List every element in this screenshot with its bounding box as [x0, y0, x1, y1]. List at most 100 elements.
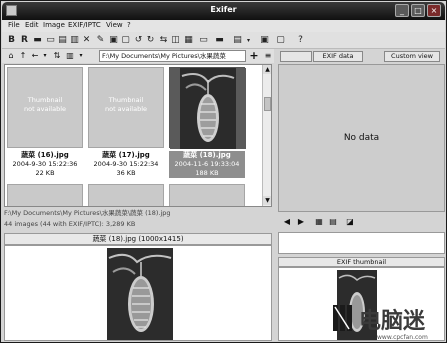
document-icon[interactable]: ▤: [328, 217, 338, 227]
window-title: Exifer: [210, 5, 237, 14]
thumbnail-item[interactable]: Thumbnail not available 蔬菜 (16).jpg 2004…: [7, 67, 83, 182]
back-folder-icon[interactable]: ←: [30, 51, 40, 61]
maximize-button[interactable]: □: [411, 4, 425, 17]
exif-tabs-bar: EXIF data Custom view: [276, 49, 446, 63]
menu-edit[interactable]: Edit: [25, 21, 39, 29]
screen-icon[interactable]: ▭: [198, 35, 209, 46]
view-dropdown-icon[interactable]: ▾: [243, 35, 254, 46]
thumbnail-item[interactable]: [169, 184, 245, 206]
up-folder-icon[interactable]: ↑: [18, 51, 28, 61]
edit-icon[interactable]: ✎: [95, 35, 106, 46]
thumbnail-item-selected[interactable]: 蔬菜 (18).jpg 2004-11-6 19:33:04 188 KB: [169, 67, 246, 182]
tab-exif-data[interactable]: EXIF data: [313, 51, 363, 62]
save-icon[interactable]: ▬: [32, 35, 43, 46]
close-button[interactable]: ×: [427, 4, 441, 17]
file-date: 2004-9-30 15:22:36: [12, 160, 78, 168]
toolbar: B R ▬ ▭ ▤ ▥ ✕ ✎ ▣ ▢ ↺ ↻ ⇆ ◫ ▦ ▭ ▬ ▤ ▾ ▣ …: [2, 32, 445, 49]
placeholder-text-line1: Thumbnail: [27, 96, 63, 104]
scroll-thumb[interactable]: [264, 97, 271, 111]
thumbnail-caption: 蔬菜 (17).jpg 2004-9-30 15:22:34 36 KB: [88, 151, 164, 178]
corn-photo-thumbnail: [170, 68, 246, 149]
placeholder-text-line2: not available: [104, 105, 148, 113]
exif-thumbnail-header: EXIF thumbnail: [278, 257, 445, 267]
tab-custom-view[interactable]: Custom view: [384, 51, 440, 62]
file-size: 188 KB: [195, 169, 219, 177]
placeholder-text-line2: not available: [23, 105, 67, 113]
slideshow-icon[interactable]: ▬: [214, 35, 225, 46]
vertical-scrollbar[interactable]: ▲ ▼: [262, 65, 271, 206]
resize-icon[interactable]: ◫: [170, 35, 181, 46]
exif-toolbar: ◀ ▶ ▦ ▤ ◪: [278, 214, 445, 230]
thumbnail-item[interactable]: [88, 184, 164, 206]
rename-icon[interactable]: R: [19, 35, 30, 46]
menu-image[interactable]: Image: [43, 21, 65, 29]
clipboard-icon[interactable]: ▥: [69, 35, 80, 46]
file-name: 蔬菜 (17).jpg: [102, 151, 150, 159]
delete-icon[interactable]: ✕: [81, 35, 92, 46]
thumbnail-caption: 蔬菜 (16).jpg 2004-9-30 15:22:36 22 KB: [7, 151, 83, 178]
filter-icon[interactable]: ▥: [65, 51, 75, 61]
thumbnail-item[interactable]: Thumbnail not available 蔬菜 (17).jpg 2004…: [88, 67, 164, 182]
paste-icon[interactable]: ▢: [120, 35, 131, 46]
image-preview: [4, 245, 272, 341]
image-icon[interactable]: ▦: [183, 35, 194, 46]
svg-text:电脑迷: 电脑迷: [359, 308, 426, 334]
rotate-left-icon[interactable]: ↺: [133, 35, 144, 46]
thumbnail-placeholder: [88, 184, 164, 206]
preview-header: 蔬菜 (18).jpg (1000x1415): [4, 233, 272, 245]
thumbnail-placeholder: [169, 184, 245, 206]
grid-icon[interactable]: ▦: [314, 217, 324, 227]
back-dropdown-icon[interactable]: ▾: [40, 51, 50, 61]
watermark-logo: 电脑迷 www.cpcfan.com: [331, 301, 445, 341]
minimize-button[interactable]: _: [395, 4, 409, 17]
path-bar: ⌂ ↑ ← ▾ ⇅ ▥ ▾ F:\My Documents\My Picture…: [2, 49, 274, 63]
help-icon[interactable]: ?: [295, 35, 306, 46]
thumbnail-image: [169, 67, 246, 149]
current-file-path: F:\My Documents\My Pictures\水果蔬菜\蔬菜 (18)…: [2, 208, 274, 219]
file-size: 22 KB: [35, 169, 55, 177]
file-date: 2004-9-30 15:22:34: [93, 160, 159, 168]
file-name: 蔬菜 (16).jpg: [21, 151, 69, 159]
scroll-down-icon[interactable]: ▼: [263, 196, 271, 205]
tab-blank[interactable]: [280, 51, 312, 62]
bold-b-icon[interactable]: B: [6, 35, 17, 46]
folder-icon[interactable]: ▭: [45, 35, 56, 46]
file-size: 36 KB: [116, 169, 136, 177]
sort-icon[interactable]: ⇅: [52, 51, 62, 61]
app-window: Exifer _ □ × File Edit Image EXIF/IPTC V…: [0, 0, 447, 343]
view-mode-icon[interactable]: ▤: [232, 35, 243, 46]
info-icon[interactable]: ▢: [275, 35, 286, 46]
copy-icon[interactable]: ▣: [108, 35, 119, 46]
menu-exif-iptc[interactable]: EXIF/IPTC: [68, 21, 101, 29]
file-date: 2004-11-6 19:33:04: [174, 160, 240, 168]
add-favorite-icon[interactable]: +: [249, 50, 259, 61]
thumbnail-placeholder: Thumbnail not available: [88, 67, 164, 148]
exif-data-panel: No data: [278, 64, 445, 212]
scroll-up-icon[interactable]: ▲: [263, 65, 271, 74]
filter-dropdown-icon[interactable]: ▾: [76, 51, 86, 61]
flip-icon[interactable]: ⇆: [158, 35, 169, 46]
next-icon[interactable]: ▶: [296, 217, 306, 227]
open-folder-icon[interactable]: ⌂: [6, 51, 16, 61]
menu-file[interactable]: File: [8, 21, 20, 29]
menu-view[interactable]: View: [106, 21, 123, 29]
placeholder-text-line1: Thumbnail: [108, 96, 144, 104]
menu-bar: File Edit Image EXIF/IPTC View ?: [2, 20, 445, 32]
thumbnail-placeholder: [7, 184, 83, 206]
file-name: 蔬菜 (18).jpg: [183, 151, 231, 159]
thumbnail-item[interactable]: [7, 184, 83, 206]
open-icon[interactable]: ▤: [57, 35, 68, 46]
menu-help[interactable]: ?: [127, 21, 131, 29]
previous-icon[interactable]: ◀: [282, 217, 292, 227]
title-bar[interactable]: Exifer _ □ ×: [2, 2, 445, 20]
menu-lines-icon[interactable]: ≡: [263, 51, 273, 61]
image-view-icon[interactable]: ◪: [345, 217, 355, 227]
path-input[interactable]: F:\My Documents\My Pictures\水果蔬菜: [99, 50, 246, 62]
exif-info-box: [278, 232, 445, 254]
options-icon[interactable]: ▣: [259, 35, 270, 46]
rotate-right-icon[interactable]: ↻: [145, 35, 156, 46]
no-data-message: No data: [343, 133, 380, 143]
thumbnail-placeholder: Thumbnail not available: [7, 67, 83, 148]
svg-text:www.cpcfan.com: www.cpcfan.com: [377, 334, 428, 341]
corn-photo-preview: [5, 246, 271, 340]
